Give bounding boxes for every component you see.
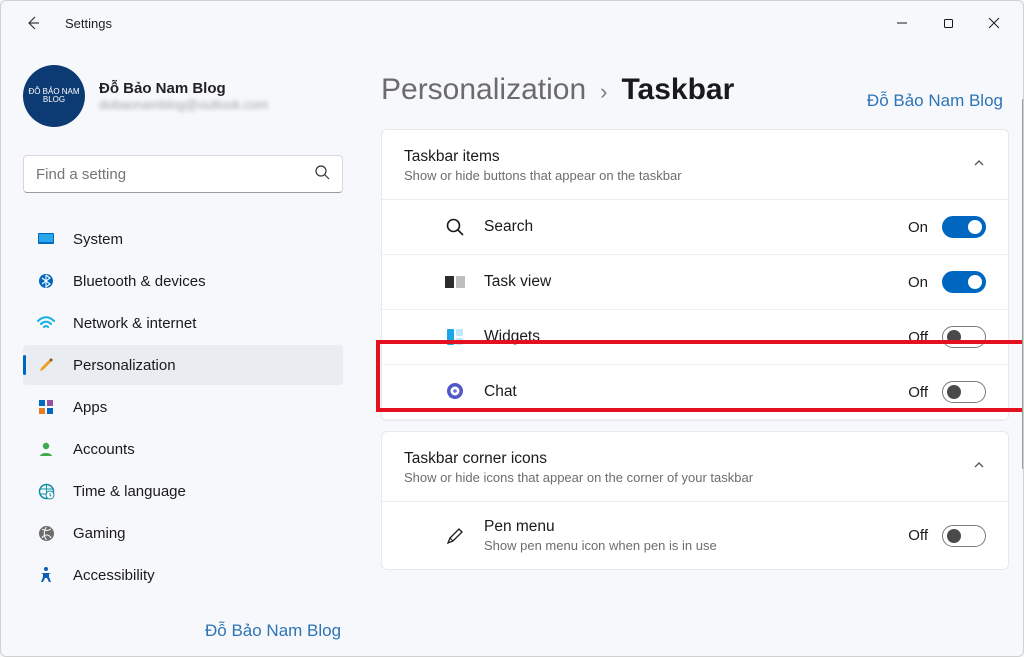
- sidebar-item-label: System: [73, 231, 123, 248]
- bluetooth-icon: [37, 272, 55, 290]
- row-label: Chat: [484, 383, 908, 401]
- nav: System Bluetooth & devices Network & int…: [23, 219, 343, 595]
- row-label: Search: [484, 218, 908, 236]
- sidebar-item-network[interactable]: Network & internet: [23, 303, 343, 343]
- section-corner-icons: Taskbar corner icons Show or hide icons …: [381, 431, 1009, 570]
- toggle-search[interactable]: [942, 216, 986, 238]
- toggle-state: Off: [908, 329, 928, 346]
- pen-icon: [444, 525, 466, 547]
- row-label: Task view: [484, 273, 908, 291]
- toggle-chat[interactable]: [942, 381, 986, 403]
- chat-icon: [444, 381, 466, 403]
- sidebar-item-label: Time & language: [73, 483, 186, 500]
- sidebar: ĐỖ BẢO NAM BLOG Đỗ Bảo Nam Blog dobaonam…: [1, 45, 351, 656]
- sidebar-item-label: Personalization: [73, 357, 176, 374]
- breadcrumb-parent[interactable]: Personalization: [381, 73, 586, 107]
- row-penmenu: Pen menu Show pen menu icon when pen is …: [382, 502, 1008, 569]
- close-button[interactable]: [971, 7, 1017, 39]
- breadcrumb-current: Taskbar: [621, 73, 734, 107]
- profile-block[interactable]: ĐỖ BẢO NAM BLOG Đỗ Bảo Nam Blog dobaonam…: [23, 61, 343, 141]
- row-chat: Chat Off: [382, 365, 1008, 420]
- taskview-icon: [444, 271, 466, 293]
- row-widgets: Widgets Off: [382, 310, 1008, 365]
- sidebar-item-label: Accessibility: [73, 567, 155, 584]
- accessibility-icon: [37, 566, 55, 584]
- wifi-icon: [37, 314, 55, 332]
- search-icon: [314, 164, 330, 185]
- avatar: ĐỖ BẢO NAM BLOG: [23, 65, 85, 127]
- toggle-widgets[interactable]: [942, 326, 986, 348]
- row-label: Pen menu: [484, 518, 908, 536]
- profile-email: dobaonamblog@outlook.com: [99, 97, 268, 112]
- titlebar: Settings: [1, 1, 1023, 45]
- chevron-up-icon: [972, 156, 986, 175]
- section-title: Taskbar items: [404, 148, 682, 166]
- sidebar-item-accounts[interactable]: Accounts: [23, 429, 343, 469]
- toggle-state: On: [908, 219, 928, 236]
- minimize-button[interactable]: [879, 7, 925, 39]
- scrollbar[interactable]: [1018, 99, 1022, 650]
- section-header[interactable]: Taskbar items Show or hide buttons that …: [382, 130, 1008, 200]
- section-subtitle: Show or hide icons that appear on the co…: [404, 470, 753, 485]
- sidebar-item-label: Network & internet: [73, 315, 196, 332]
- paintbrush-icon: [37, 356, 55, 374]
- sidebar-item-bluetooth[interactable]: Bluetooth & devices: [23, 261, 343, 301]
- sidebar-item-time[interactable]: Time & language: [23, 471, 343, 511]
- section-subtitle: Show or hide buttons that appear on the …: [404, 168, 682, 183]
- sidebar-item-gaming[interactable]: Gaming: [23, 513, 343, 553]
- search-input[interactable]: [36, 166, 314, 183]
- sidebar-item-label: Accounts: [73, 441, 135, 458]
- search-icon: [444, 216, 466, 238]
- watermark: Đỗ Bảo Nam Blog: [867, 91, 1003, 111]
- xbox-icon: [37, 524, 55, 542]
- row-label: Widgets: [484, 328, 908, 346]
- section-taskbar-items: Taskbar items Show or hide buttons that …: [381, 129, 1009, 421]
- widgets-icon: [444, 326, 466, 348]
- apps-icon: [37, 398, 55, 416]
- toggle-penmenu[interactable]: [942, 525, 986, 547]
- section-title: Taskbar corner icons: [404, 450, 753, 468]
- system-icon: [37, 230, 55, 248]
- sidebar-item-label: Bluetooth & devices: [73, 273, 206, 290]
- row-search: Search On: [382, 200, 1008, 255]
- row-taskview: Task view On: [382, 255, 1008, 310]
- toggle-state: On: [908, 274, 928, 291]
- maximize-button[interactable]: [925, 7, 971, 39]
- chevron-right-icon: ›: [600, 79, 607, 105]
- chevron-up-icon: [972, 458, 986, 477]
- toggle-state: Off: [908, 527, 928, 544]
- toggle-taskview[interactable]: [942, 271, 986, 293]
- toggle-state: Off: [908, 384, 928, 401]
- main-content: Personalization › Taskbar Taskbar items …: [351, 45, 1023, 656]
- window-controls: [879, 7, 1017, 39]
- app-title: Settings: [65, 16, 112, 31]
- search-input-wrap[interactable]: [23, 155, 343, 193]
- sidebar-item-personalization[interactable]: Personalization: [23, 345, 343, 385]
- watermark: Đỗ Bảo Nam Blog: [205, 621, 341, 641]
- row-sub: Show pen menu icon when pen is in use: [484, 538, 744, 553]
- globe-clock-icon: [37, 482, 55, 500]
- person-icon: [37, 440, 55, 458]
- profile-name: Đỗ Bảo Nam Blog: [99, 80, 268, 97]
- sidebar-item-apps[interactable]: Apps: [23, 387, 343, 427]
- sidebar-item-accessibility[interactable]: Accessibility: [23, 555, 343, 595]
- section-header[interactable]: Taskbar corner icons Show or hide icons …: [382, 432, 1008, 502]
- back-button[interactable]: [23, 13, 43, 33]
- sidebar-item-label: Apps: [73, 399, 107, 416]
- sidebar-item-label: Gaming: [73, 525, 126, 542]
- sidebar-item-system[interactable]: System: [23, 219, 343, 259]
